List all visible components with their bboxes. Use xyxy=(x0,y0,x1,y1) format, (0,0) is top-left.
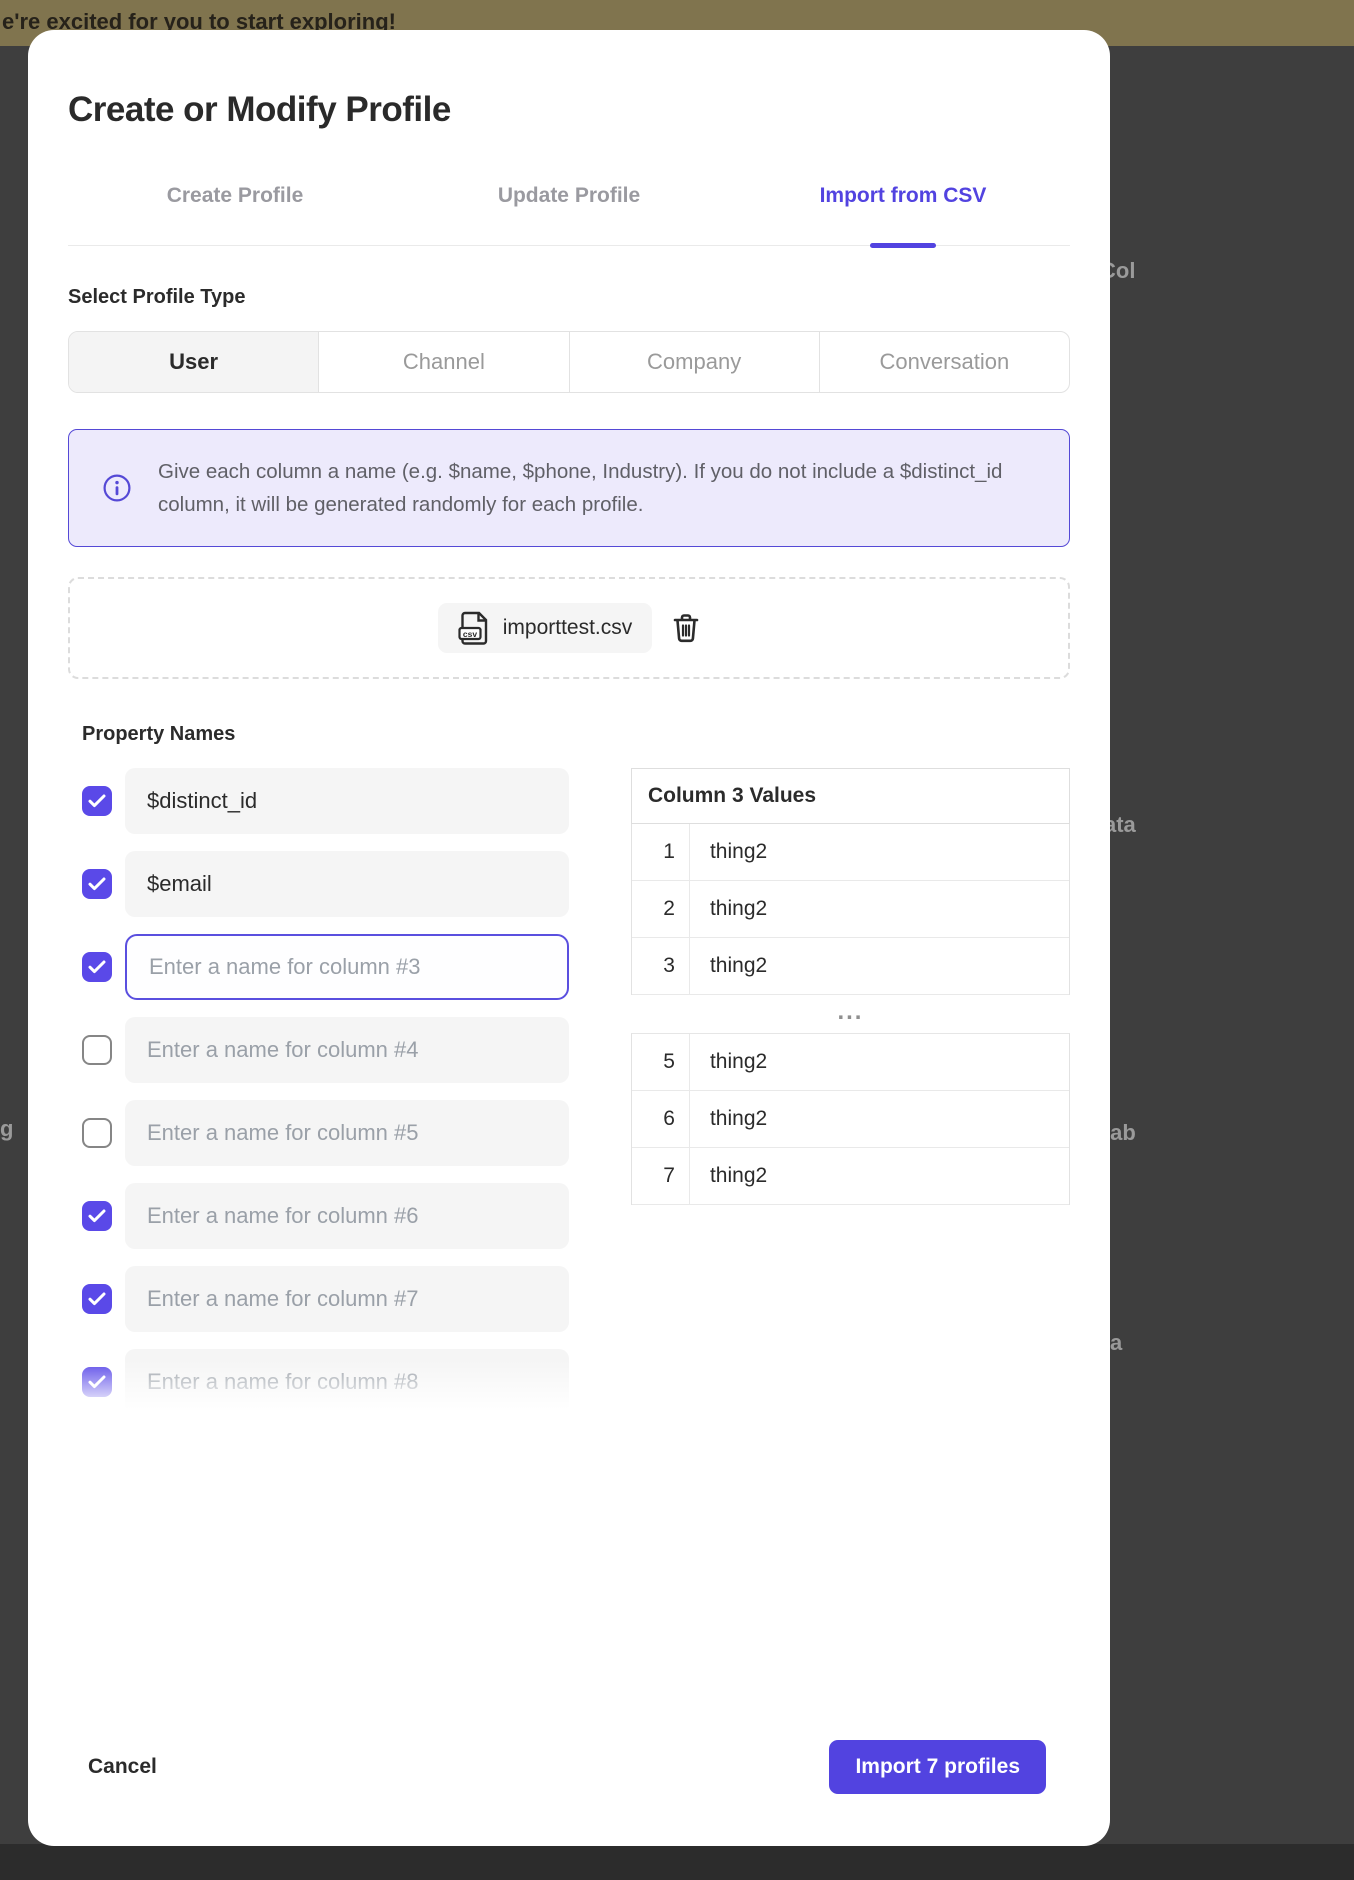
property-row-3 xyxy=(82,934,569,1000)
csv-dropzone[interactable]: csv importtest.csv xyxy=(68,577,1070,679)
tab-update-profile[interactable]: Update Profile xyxy=(402,184,736,245)
table-row: 1 thing2 xyxy=(632,824,1069,881)
background-text-fragment: a xyxy=(1110,1330,1122,1356)
tab-import-from-csv[interactable]: Import from CSV xyxy=(736,184,1070,245)
modal-footer: Cancel Import 7 profiles xyxy=(28,1740,1110,1794)
column-5-checkbox[interactable] xyxy=(82,1118,112,1148)
property-row-2 xyxy=(82,851,569,917)
row-value: thing2 xyxy=(690,824,1069,880)
remove-file-button[interactable] xyxy=(672,613,700,643)
column-3-name-input[interactable] xyxy=(125,934,569,1000)
column-7-name-input[interactable] xyxy=(125,1266,569,1332)
row-number: 7 xyxy=(632,1148,690,1204)
trash-icon xyxy=(672,613,700,643)
csv-file-icon: csv xyxy=(458,611,490,645)
row-value: thing2 xyxy=(690,881,1069,937)
property-row-1 xyxy=(82,768,569,834)
cancel-button[interactable]: Cancel xyxy=(88,1755,157,1779)
preview-rows-top: 1 thing2 2 thing2 3 thing2 xyxy=(631,824,1070,995)
property-row-5 xyxy=(82,1100,569,1166)
column-2-name-input[interactable] xyxy=(125,851,569,917)
tab-bar: Create Profile Update Profile Import fro… xyxy=(68,184,1070,246)
table-row: 7 thing2 xyxy=(632,1148,1069,1205)
row-value: thing2 xyxy=(690,1034,1069,1090)
row-number: 3 xyxy=(632,938,690,994)
column-5-name-input[interactable] xyxy=(125,1100,569,1166)
row-value: thing2 xyxy=(690,1091,1069,1147)
column-1-name-input[interactable] xyxy=(125,768,569,834)
svg-text:csv: csv xyxy=(463,629,477,639)
table-row: 2 thing2 xyxy=(632,881,1069,938)
table-row: 5 thing2 xyxy=(632,1034,1069,1091)
import-profiles-button[interactable]: Import 7 profiles xyxy=(829,1740,1046,1794)
property-row-7 xyxy=(82,1266,569,1332)
column-8-name-input[interactable] xyxy=(125,1349,569,1415)
tab-create-profile[interactable]: Create Profile xyxy=(68,184,402,245)
profile-type-label: Select Profile Type xyxy=(68,286,1070,309)
modal-title: Create or Modify Profile xyxy=(68,30,1070,130)
column-6-checkbox[interactable] xyxy=(82,1201,112,1231)
property-list xyxy=(82,768,569,1418)
column-3-checkbox[interactable] xyxy=(82,952,112,982)
background-text-fragment: g xyxy=(0,1116,13,1142)
property-row-6 xyxy=(82,1183,569,1249)
row-number: 1 xyxy=(632,824,690,880)
table-row: 3 thing2 xyxy=(632,938,1069,995)
property-row-4 xyxy=(82,1017,569,1083)
column-2-checkbox[interactable] xyxy=(82,869,112,899)
row-number: 5 xyxy=(632,1034,690,1090)
table-row: 6 thing2 xyxy=(632,1091,1069,1148)
info-callout: Give each column a name (e.g. $name, $ph… xyxy=(68,429,1070,547)
column-7-checkbox[interactable] xyxy=(82,1284,112,1314)
uploaded-file-name: importtest.csv xyxy=(503,616,633,640)
row-value: thing2 xyxy=(690,938,1069,994)
profile-type-user[interactable]: User xyxy=(69,332,318,392)
rows-ellipsis: ... xyxy=(631,995,1070,1033)
profile-type-segmented-control: User Channel Company Conversation xyxy=(68,331,1070,393)
column-1-checkbox[interactable] xyxy=(82,786,112,816)
profile-type-company[interactable]: Company xyxy=(569,332,819,392)
column-8-checkbox[interactable] xyxy=(82,1367,112,1397)
uploaded-file-chip[interactable]: csv importtest.csv xyxy=(438,603,653,653)
row-number: 6 xyxy=(632,1091,690,1147)
info-icon xyxy=(103,474,131,502)
column-4-checkbox[interactable] xyxy=(82,1035,112,1065)
info-text: Give each column a name (e.g. $name, $ph… xyxy=(158,455,1003,521)
profile-type-conversation[interactable]: Conversation xyxy=(819,332,1069,392)
row-value: thing2 xyxy=(690,1148,1069,1204)
column-values-preview: Column 3 Values 1 thing2 2 thing2 3 thin… xyxy=(631,768,1070,1418)
column-6-name-input[interactable] xyxy=(125,1183,569,1249)
profile-type-channel[interactable]: Channel xyxy=(318,332,568,392)
background-bottom-strip xyxy=(0,1844,1354,1880)
preview-table-header: Column 3 Values xyxy=(631,768,1070,824)
column-4-name-input[interactable] xyxy=(125,1017,569,1083)
create-modify-profile-modal: Create or Modify Profile Create Profile … xyxy=(28,30,1110,1846)
row-number: 2 xyxy=(632,881,690,937)
preview-rows-bottom: 5 thing2 6 thing2 7 thing2 xyxy=(631,1033,1070,1205)
property-names-label: Property Names xyxy=(82,723,1070,746)
property-row-8 xyxy=(82,1349,569,1415)
